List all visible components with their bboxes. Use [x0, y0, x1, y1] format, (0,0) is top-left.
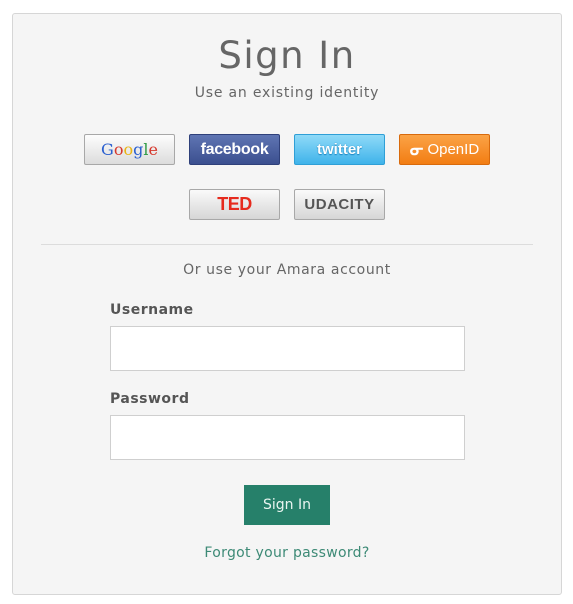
google-logo: Google	[101, 140, 158, 159]
google-login-button[interactable]: Google	[84, 134, 175, 165]
signin-panel: Sign In Use an existing identity Google …	[12, 13, 562, 595]
google-logo-letter: G	[101, 140, 114, 159]
page-subtitle: Use an existing identity	[194, 85, 380, 101]
facebook-login-button[interactable]: facebook	[189, 134, 280, 165]
username-input[interactable]	[110, 326, 465, 371]
openid-icon: ᓂ	[409, 141, 424, 159]
section-divider	[41, 244, 533, 245]
username-label: Username	[110, 302, 194, 318]
openid-label: OpenID	[427, 141, 480, 158]
facebook-logo: facebook	[200, 140, 269, 158]
twitter-login-button[interactable]: twitter	[294, 134, 385, 165]
signin-button[interactable]: Sign In	[244, 485, 330, 525]
google-logo-letter: e	[148, 140, 158, 159]
forgot-password-link[interactable]: Forgot your password?	[13, 545, 561, 561]
udacity-logo: UDACITY	[304, 196, 375, 213]
amara-account-heading: Or use your Amara account	[183, 262, 391, 278]
openid-login-button[interactable]: ᓂ OpenID	[399, 134, 490, 165]
page-title: Sign In	[218, 34, 356, 77]
ted-logo: TED	[217, 194, 252, 214]
google-logo-letter: o	[113, 140, 124, 159]
ted-login-button[interactable]: TED	[189, 189, 280, 220]
password-label: Password	[110, 391, 190, 407]
google-logo-letter: o	[123, 140, 134, 159]
udacity-login-button[interactable]: UDACITY	[294, 189, 385, 220]
twitter-logo: twitter	[317, 141, 362, 158]
password-input[interactable]	[110, 415, 465, 460]
google-logo-letter: g	[133, 140, 144, 159]
